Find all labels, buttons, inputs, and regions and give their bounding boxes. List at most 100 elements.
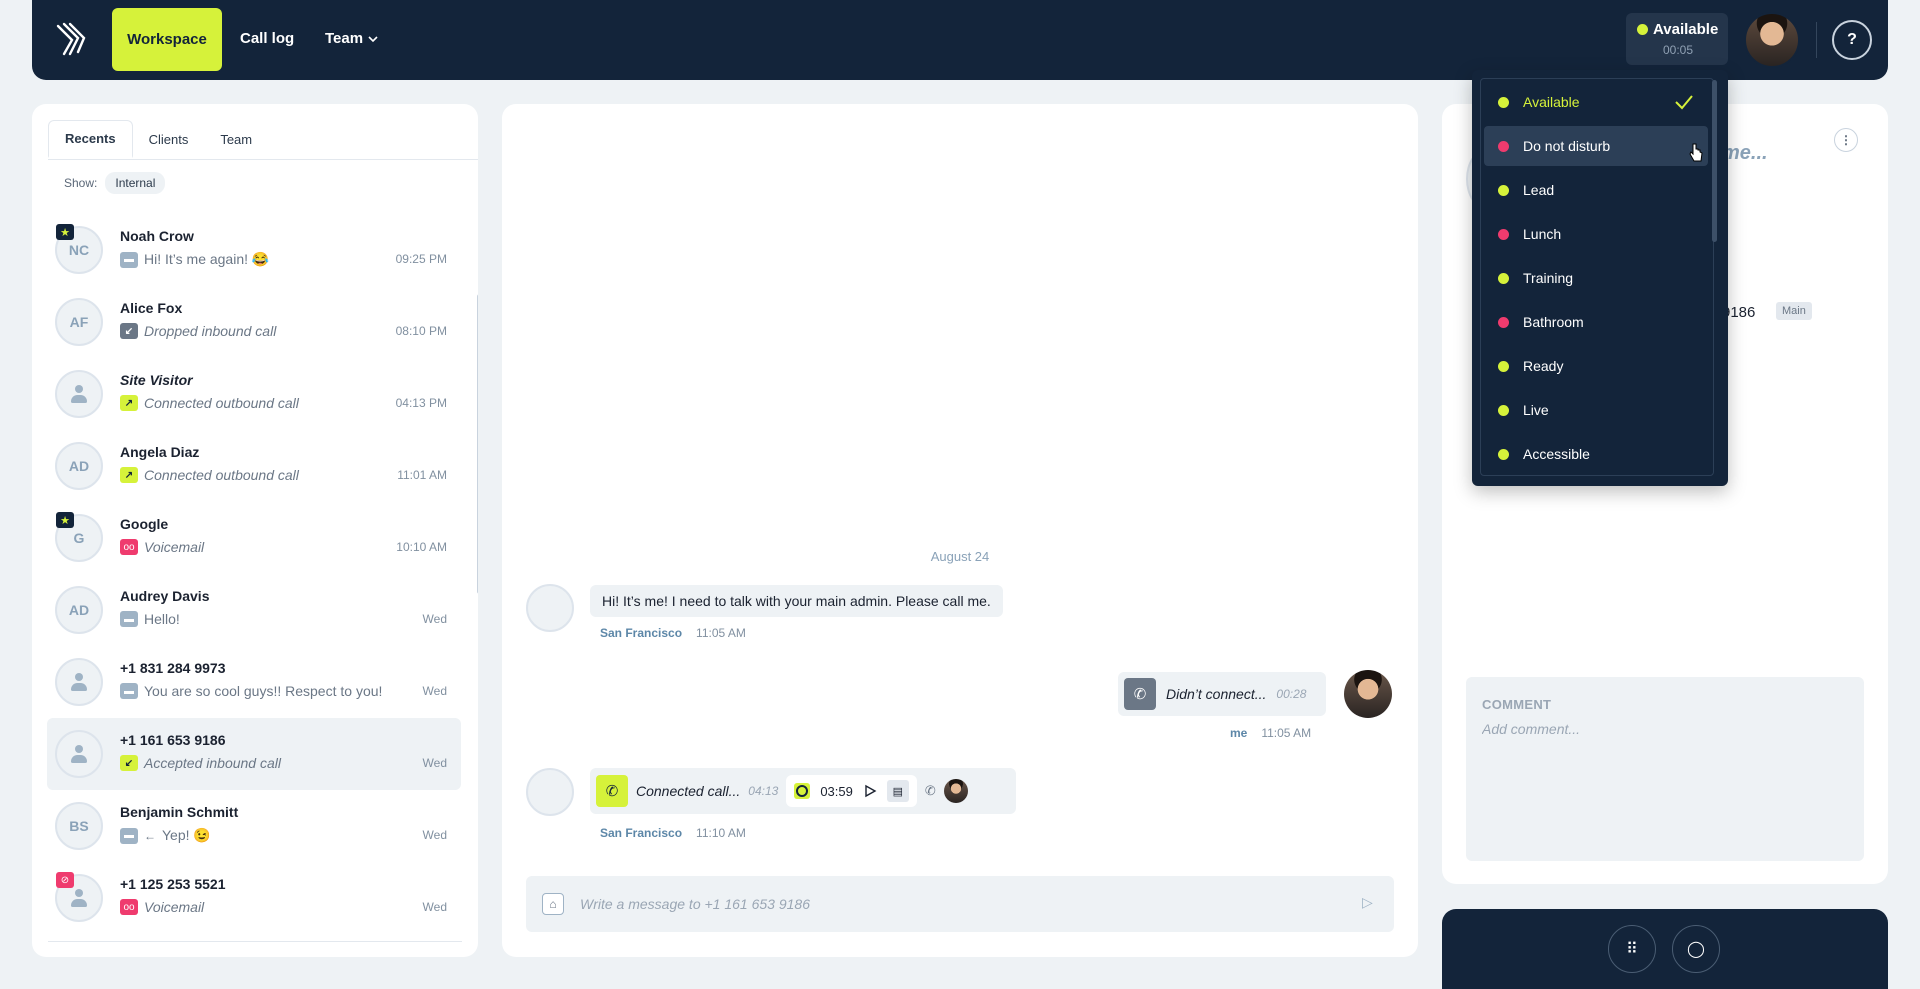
call-status: Connected call... <box>636 783 741 799</box>
status-dot <box>1498 228 1509 240</box>
comment-input[interactable] <box>1482 721 1848 841</box>
list-item[interactable]: AD Audrey Davis ▬ Hello! Wed <box>47 574 461 646</box>
blocked-icon: ⊘ <box>56 872 74 888</box>
more-options-icon[interactable]: ⋮ <box>1834 128 1858 152</box>
activity-text: Hi! It’s me again! 😂 <box>144 251 270 267</box>
app-logo-icon[interactable] <box>54 20 90 60</box>
avatar <box>1344 670 1392 718</box>
status-option-label: Available <box>1523 94 1580 110</box>
list-item[interactable]: +1 831 284 9973 ▬ You are so cool guys!!… <box>47 646 461 718</box>
message-icon: ▬ <box>120 683 138 699</box>
inbound-accepted-icon: ↙ <box>120 755 138 771</box>
person-icon <box>70 384 88 404</box>
last-activity: ↙ Dropped inbound call <box>120 323 276 339</box>
play-icon[interactable] <box>863 784 877 798</box>
help-button[interactable]: ? <box>1832 20 1872 60</box>
message-time: 11:10 AM <box>696 826 746 840</box>
timestamp: 09:25 PM <box>395 252 447 266</box>
avatar: AD <box>55 586 103 634</box>
contact-name: +1 125 253 5521 <box>120 876 226 892</box>
transcript-icon[interactable]: ▤ <box>886 780 909 802</box>
status-option-do-not-disturb[interactable]: Do not disturb <box>1484 126 1708 166</box>
nav-call-log[interactable]: Call log <box>240 30 294 47</box>
voicemail-icon: oo <box>120 899 138 915</box>
status-option-label: Live <box>1523 402 1549 418</box>
timestamp: Wed <box>422 612 447 626</box>
timestamp: 04:13 PM <box>395 396 447 410</box>
contact-name: Noah Crow <box>120 228 194 244</box>
message-icon: ▬ <box>120 251 138 268</box>
list-item[interactable]: AF Alice Fox ↙ Dropped inbound call 08:1… <box>47 286 461 358</box>
message-icon: ▬ <box>120 827 138 844</box>
nav-team[interactable]: Team <box>325 30 378 47</box>
status-option-bathroom[interactable]: Bathroom <box>1484 302 1708 342</box>
status-dot <box>1498 140 1509 152</box>
phone-icon: ✆ <box>596 775 628 807</box>
timestamp: Wed <box>422 900 447 914</box>
tab-clients[interactable]: Clients <box>133 120 205 158</box>
attachment-icon[interactable]: ⌂ <box>542 893 564 915</box>
dropdown-scrollbar[interactable] <box>1712 80 1717 242</box>
list-item[interactable]: NC ★ Noah Crow ▬ Hi! It’s me again! 😂 09… <box>47 214 461 286</box>
status-button[interactable]: Available 00:05 <box>1626 13 1728 65</box>
status-option-live[interactable]: Live <box>1484 390 1708 430</box>
tab-recents[interactable]: Recents <box>48 120 133 158</box>
list-item[interactable]: G ★ Google oo Voicemail 10:10 AM <box>47 502 461 574</box>
contact-name: Audrey Davis <box>120 588 210 604</box>
phone-icon: ✆ <box>924 783 936 798</box>
message-composer: ⌂ ▷ <box>526 876 1394 932</box>
status-option-training[interactable]: Training <box>1484 258 1708 298</box>
call-duration: 00:28 <box>1276 687 1307 701</box>
message-input[interactable] <box>580 888 1340 920</box>
list-item[interactable]: BS Benjamin Schmitt ▬ ← Yep! 😉 Wed <box>47 790 461 862</box>
timestamp: 08:10 PM <box>395 324 447 338</box>
list-item[interactable]: ⊘ +1 125 253 5521 oo Voicemail Wed <box>47 862 461 934</box>
timestamp: Wed <box>422 756 447 770</box>
help-icon: ? <box>1847 31 1857 48</box>
tab-team[interactable]: Team <box>204 120 268 158</box>
status-option-available[interactable]: Available <box>1484 82 1708 122</box>
status-dot <box>1498 184 1509 196</box>
phone-icon: ✆ <box>1124 678 1156 710</box>
contact-name: Site Visitor <box>120 372 193 388</box>
person-icon <box>70 888 88 908</box>
send-icon[interactable]: ▷ <box>1362 894 1373 911</box>
status-timer: 00:05 <box>1662 43 1694 57</box>
status-option-lead[interactable]: Lead <box>1484 170 1708 210</box>
avatar <box>55 730 103 778</box>
chevron-down-icon <box>368 35 378 42</box>
dialpad-icon[interactable]: ⠿ <box>1608 925 1656 973</box>
nav-workspace[interactable]: Workspace <box>112 8 222 71</box>
phone-tag: Main <box>1776 302 1812 320</box>
list-item[interactable]: Site Visitor ↗ Connected outbound call 0… <box>47 358 461 430</box>
avatar <box>526 584 574 632</box>
last-activity: ↗ Connected outbound call <box>120 467 299 483</box>
list-item[interactable]: +1 161 653 9186 ↙ Accepted inbound call … <box>47 718 461 790</box>
show-filter-row: Show: Internal <box>64 172 166 194</box>
checkmark-icon <box>1675 95 1693 110</box>
contact-name: Angela Diaz <box>120 444 200 460</box>
status-option-accessible[interactable]: Accessible <box>1484 434 1708 474</box>
status-option-lunch[interactable]: Lunch <box>1484 214 1708 254</box>
call-status: Didn’t connect... <box>1166 686 1267 702</box>
activity-text: Voicemail <box>144 539 205 555</box>
last-activity: ↗ Connected outbound call <box>120 395 299 411</box>
user-avatar[interactable] <box>1744 12 1800 68</box>
message-time: 11:05 AM <box>1261 726 1312 740</box>
list-scrollbar[interactable] <box>477 294 478 594</box>
list-item[interactable]: AD Angela Diaz ↗ Connected outbound call… <box>47 430 461 502</box>
nav-team-label: Team <box>325 30 364 47</box>
status-option-ready[interactable]: Ready <box>1484 346 1708 386</box>
status-option-label: Training <box>1523 270 1574 286</box>
timestamp: 11:01 AM <box>397 468 447 482</box>
message-sender: me <box>1230 726 1248 740</box>
status-option-label: Lead <box>1523 182 1555 198</box>
filter-chip-internal[interactable]: Internal <box>105 172 166 194</box>
reply-arrow-icon: ← <box>144 828 156 843</box>
show-label: Show: <box>64 176 98 190</box>
person-icon <box>70 744 88 764</box>
activity-text: Voicemail <box>144 899 205 915</box>
activity-text: Yep! 😉 <box>162 827 211 843</box>
chat-icon[interactable]: ◯ <box>1672 925 1720 973</box>
inbound-dropped-icon: ↙ <box>120 323 138 339</box>
